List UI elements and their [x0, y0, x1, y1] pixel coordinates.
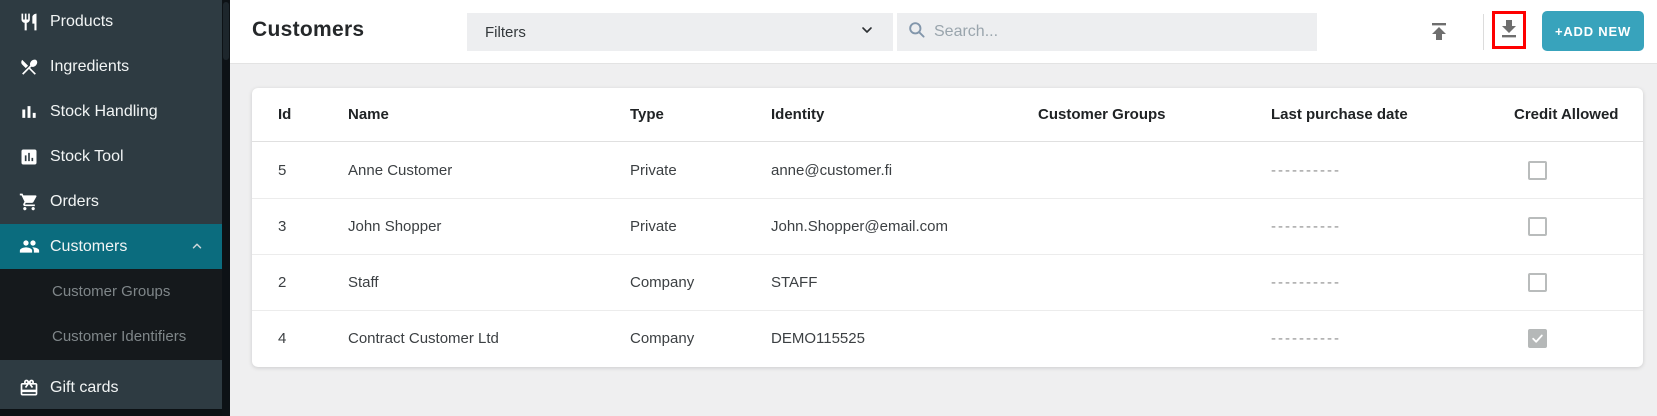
add-new-button[interactable]: +ADD NEW: [1542, 11, 1644, 51]
sidebar-item-label: Orders: [50, 193, 99, 211]
restaurant-icon: [18, 11, 40, 33]
search-icon: [907, 20, 926, 44]
cell-type: Private: [630, 162, 771, 179]
column-header-id: Id: [278, 106, 348, 123]
upload-icon: [1427, 19, 1451, 46]
shopping-cart-icon: [18, 191, 40, 213]
sidebar-item-customers[interactable]: Customers: [0, 224, 222, 269]
cell-name: John Shopper: [348, 218, 630, 235]
chart-box-icon: [18, 146, 40, 168]
cell-last-purchase-date: ----------: [1271, 218, 1514, 235]
table-row[interactable]: 5 Anne Customer Private anne@customer.fi…: [252, 142, 1643, 198]
sidebar-item-label: Products: [50, 13, 113, 31]
download-icon: [1497, 17, 1521, 44]
chevron-down-icon: [859, 22, 875, 42]
cell-identity: John.Shopper@email.com: [771, 218, 1038, 235]
filters-dropdown[interactable]: Filters: [467, 13, 893, 51]
toolbar-divider: [1483, 14, 1484, 50]
people-icon: [18, 236, 40, 258]
annotation-highlight-box: [1492, 11, 1526, 49]
table-row[interactable]: 3 John Shopper Private John.Shopper@emai…: [252, 198, 1643, 254]
download-button[interactable]: [1495, 15, 1523, 45]
column-header-type: Type: [630, 106, 771, 123]
sidebar-bottom-strip: [0, 409, 222, 416]
chevron-up-icon: [190, 239, 204, 258]
sidebar-item-ingredients[interactable]: Ingredients: [0, 44, 222, 89]
cell-last-purchase-date: ----------: [1271, 162, 1514, 179]
table-row[interactable]: 2 Staff Company STAFF ----------: [252, 254, 1643, 310]
sidebar-item-customer-identifiers[interactable]: Customer Identifiers: [0, 314, 222, 359]
cell-identity: STAFF: [771, 274, 1038, 291]
credit-allowed-checkbox[interactable]: [1528, 273, 1547, 292]
column-header-last-purchase-date: Last purchase date: [1271, 106, 1514, 123]
sidebar-item-label: Stock Tool: [50, 148, 124, 166]
cell-identity: anne@customer.fi: [771, 162, 1038, 179]
cell-name: Staff: [348, 274, 630, 291]
cell-type: Company: [630, 274, 771, 291]
sidebar-item-gift-cards[interactable]: Gift cards: [0, 365, 222, 410]
credit-allowed-checkbox[interactable]: [1528, 329, 1547, 348]
sidebar-item-stock-tool[interactable]: Stock Tool: [0, 134, 222, 179]
sidebar-item-label: Gift cards: [50, 379, 118, 397]
table-row[interactable]: 4 Contract Customer Ltd Company DEMO1155…: [252, 310, 1643, 366]
cell-last-purchase-date: ----------: [1271, 330, 1514, 347]
customers-table-card: Id Name Type Identity Customer Groups La…: [252, 88, 1643, 367]
search-box: [897, 13, 1317, 51]
column-header-name: Name: [348, 106, 630, 123]
table-header-row: Id Name Type Identity Customer Groups La…: [252, 88, 1643, 142]
cell-identity: DEMO115525: [771, 330, 1038, 347]
sidebar-item-products[interactable]: Products: [0, 0, 222, 44]
utensils-crossed-icon: [18, 56, 40, 78]
column-header-credit-allowed: Credit Allowed: [1514, 106, 1643, 123]
credit-allowed-checkbox[interactable]: [1528, 161, 1547, 180]
topbar: Customers Filters: [230, 0, 1657, 64]
gift-card-icon: [18, 377, 40, 399]
sidebar: Products Ingredients Stock Handling Stoc…: [0, 0, 222, 416]
sidebar-item-label: Customer Identifiers: [52, 328, 186, 345]
cell-name: Contract Customer Ltd: [348, 330, 630, 347]
credit-allowed-checkbox[interactable]: [1528, 217, 1547, 236]
cell-type: Private: [630, 218, 771, 235]
sidebar-item-customer-groups[interactable]: Customer Groups: [0, 269, 222, 314]
column-header-customer-groups: Customer Groups: [1038, 106, 1271, 123]
customers-page: Products Ingredients Stock Handling Stoc…: [0, 0, 1657, 416]
sidebar-item-stock-handling[interactable]: Stock Handling: [0, 89, 222, 134]
sidebar-scrollbar-thumb[interactable]: [223, 2, 229, 60]
cell-id: 4: [278, 330, 348, 347]
cell-type: Company: [630, 330, 771, 347]
bar-chart-icon: [18, 101, 40, 123]
sidebar-item-label: Stock Handling: [50, 103, 158, 121]
sidebar-item-label: Customer Groups: [52, 283, 170, 300]
search-input[interactable]: [934, 23, 1274, 41]
customers-submenu: Customer Groups Customer Identifiers: [0, 269, 222, 360]
cell-id: 2: [278, 274, 348, 291]
filters-label: Filters: [485, 24, 526, 41]
page-title: Customers: [252, 18, 364, 42]
sidebar-item-label: Ingredients: [50, 58, 129, 76]
cell-id: 5: [278, 162, 348, 179]
sidebar-scrollbar-track[interactable]: [222, 0, 230, 416]
sidebar-item-orders[interactable]: Orders: [0, 179, 222, 224]
cell-id: 3: [278, 218, 348, 235]
cell-last-purchase-date: ----------: [1271, 274, 1514, 291]
column-header-identity: Identity: [771, 106, 1038, 123]
upload-button[interactable]: [1424, 17, 1454, 47]
cell-name: Anne Customer: [348, 162, 630, 179]
sidebar-item-label: Customers: [50, 238, 127, 256]
